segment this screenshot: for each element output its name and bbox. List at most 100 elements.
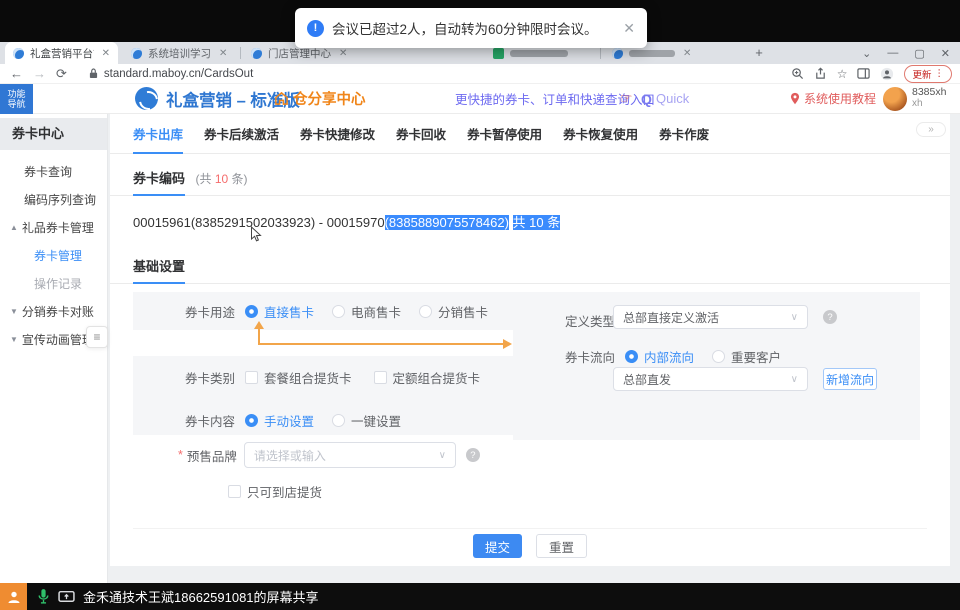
radio-direct-sale[interactable] bbox=[245, 305, 258, 318]
define-type-help-icon[interactable]: ? bbox=[823, 310, 837, 324]
mouse-cursor-icon bbox=[250, 226, 262, 244]
function-nav-button[interactable]: 功能 导航 bbox=[0, 84, 33, 114]
zoom-icon[interactable] bbox=[791, 67, 804, 80]
sharer-avatar bbox=[0, 583, 27, 610]
sidebar-item-operation-log[interactable]: 操作记录 bbox=[0, 270, 107, 298]
usage-label: 券卡用途 bbox=[185, 302, 235, 321]
tab-card-followup-activation[interactable]: 券卡后续激活 bbox=[204, 124, 279, 153]
tab-card-void[interactable]: 券卡作废 bbox=[659, 124, 709, 153]
triangle-down-icon: ▼ bbox=[10, 298, 18, 326]
sidebar-group-gift-card-management[interactable]: ▲ 礼品券卡管理 bbox=[0, 214, 107, 242]
tab-close-icon[interactable]: ✕ bbox=[339, 48, 347, 59]
tab-title-illegible bbox=[629, 50, 675, 57]
selected-count: 共 10 条 bbox=[513, 215, 561, 230]
warehouse-share-center-link[interactable]: 仓分享中心 bbox=[274, 88, 366, 109]
quick-q-icon[interactable]: Q bbox=[641, 91, 652, 107]
checkbox-combo-pickup-card[interactable] bbox=[245, 371, 258, 384]
required-asterisk: * bbox=[178, 448, 183, 462]
favicon-icon bbox=[251, 48, 262, 59]
define-type-label: 定义类型 bbox=[565, 311, 615, 330]
radio-internal-flow[interactable] bbox=[625, 350, 638, 363]
sidebar-item-code-sequence-query[interactable]: 编码序列查询 bbox=[0, 186, 107, 214]
meeting-limit-toast: ! 会议已超过2人，自动转为60分钟限时会议。 ✕ bbox=[295, 8, 647, 48]
section-title: 券卡编码 bbox=[133, 168, 185, 196]
sidebar-item-card-query[interactable]: 券卡查询 bbox=[0, 158, 107, 186]
share-icon[interactable] bbox=[814, 67, 827, 80]
new-tab-button[interactable]: + bbox=[750, 44, 768, 62]
address-bar[interactable]: standard.maboy.cn/CardsOut bbox=[104, 68, 253, 80]
annotation-arrow-icon bbox=[250, 320, 518, 350]
house-icon bbox=[274, 91, 289, 106]
tab-title: 系统培训学习 bbox=[148, 46, 211, 61]
toast-close-icon[interactable]: ✕ bbox=[623, 20, 635, 37]
microphone-icon[interactable] bbox=[37, 588, 50, 605]
radio-important-customer[interactable] bbox=[712, 350, 725, 363]
tab-card-resume[interactable]: 券卡恢复使用 bbox=[563, 124, 638, 153]
screen-share-icon[interactable] bbox=[58, 590, 75, 604]
profile-icon[interactable] bbox=[880, 67, 894, 81]
tab-title: 礼盒营销平台管理中心 bbox=[30, 46, 94, 61]
radio-one-click-setup[interactable] bbox=[332, 414, 345, 427]
screen-share-bar: 金禾通技术王斌18662591081的屏幕共享 bbox=[0, 583, 960, 610]
forward-icon[interactable]: → bbox=[33, 66, 46, 81]
presale-brand-select[interactable]: 请选择或输入 ∨ bbox=[244, 442, 456, 468]
reload-icon[interactable]: ⟳ bbox=[56, 66, 67, 82]
sidebar-collapse-toggle[interactable]: ≡ bbox=[86, 326, 108, 348]
flow-label: 券卡流向 bbox=[565, 347, 615, 366]
category-content-panel: 券卡类别 套餐组合提货卡 定额组合提货卡 券卡内容 手动设置 一键设置 bbox=[133, 356, 513, 435]
radio-distribution-sale[interactable] bbox=[419, 305, 432, 318]
content-label: 券卡内容 bbox=[185, 411, 235, 430]
card-code-range[interactable]: 00015961(8385291502033923) - 00015970(83… bbox=[133, 212, 560, 231]
chevron-down-icon: ∨ bbox=[791, 374, 798, 385]
presale-brand-help-icon[interactable]: ? bbox=[466, 448, 480, 462]
radio-ecommerce-sale[interactable] bbox=[332, 305, 345, 318]
system-tutorial-link[interactable]: 系统使用教程 bbox=[790, 90, 876, 107]
tab-close-icon[interactable]: ✕ bbox=[219, 48, 227, 59]
tab-card-quick-modify[interactable]: 券卡快捷修改 bbox=[300, 124, 375, 153]
presale-brand-label: 预售品牌 bbox=[187, 446, 237, 465]
app-logo-icon bbox=[135, 87, 158, 110]
location-pin-icon bbox=[790, 92, 800, 105]
checkbox-store-pickup-only[interactable] bbox=[228, 485, 241, 498]
tab-search-icon[interactable]: ⌄ bbox=[862, 47, 871, 60]
side-panel-icon[interactable] bbox=[857, 67, 870, 80]
browser-tab-2[interactable]: 系统培训学习 ✕ bbox=[123, 42, 237, 64]
lock-icon bbox=[89, 68, 98, 79]
presale-brand-row: * 预售品牌 请选择或输入 ∨ ? bbox=[178, 442, 480, 468]
add-flow-button[interactable]: 新增流向 bbox=[823, 368, 877, 390]
card-tabs: 券卡出库 券卡后续激活 券卡快捷修改 券卡回收 券卡暂停使用 券卡恢复使用 券卡… bbox=[110, 124, 950, 154]
favicon-icon bbox=[612, 48, 623, 59]
window-close-button[interactable]: ✕ bbox=[941, 47, 950, 60]
tab-card-suspend[interactable]: 券卡暂停使用 bbox=[467, 124, 542, 153]
menu-icon: ≡ bbox=[93, 330, 100, 344]
reset-button[interactable]: 重置 bbox=[536, 534, 587, 558]
tab-card-recycle[interactable]: 券卡回收 bbox=[396, 124, 446, 153]
page-content: 券卡中心 券卡查询 编码序列查询 ▲ 礼品券卡管理 券卡管理 操作记录 ▼ 分销… bbox=[0, 114, 960, 583]
window-minimize-button[interactable]: — bbox=[887, 47, 898, 59]
define-flow-panel: 定义类型 总部直接定义激活 ∨ ? 券卡流向 内部流向 重要客户 总部直发 bbox=[513, 292, 920, 440]
tab-card-outbound[interactable]: 券卡出库 bbox=[133, 124, 183, 154]
flow-select[interactable]: 总部直发 ∨ bbox=[613, 367, 808, 391]
sidebar-item-card-management[interactable]: 券卡管理 bbox=[0, 242, 107, 270]
tab-close-icon[interactable]: ✕ bbox=[102, 48, 110, 59]
window-maximize-button[interactable]: ▢ bbox=[914, 47, 924, 60]
favicon-icon bbox=[131, 48, 142, 59]
submit-button[interactable]: 提交 bbox=[473, 534, 522, 558]
browser-tab-1[interactable]: 礼盒营销平台管理中心 ✕ bbox=[5, 42, 118, 64]
triangle-up-icon: ▲ bbox=[10, 214, 18, 242]
radio-manual-setup[interactable] bbox=[245, 414, 258, 427]
back-icon[interactable]: ← bbox=[10, 66, 23, 81]
favicon-icon bbox=[13, 48, 24, 59]
sidebar-group-distribution-reconciliation[interactable]: ▼ 分销券卡对账 bbox=[0, 298, 107, 326]
bookmark-star-icon[interactable]: ☆ bbox=[837, 67, 848, 81]
basic-settings-section-header: 基础设置 bbox=[110, 256, 950, 284]
checkbox-fixed-combo-pickup-card[interactable] bbox=[374, 371, 387, 384]
triangle-down-icon: ▼ bbox=[10, 326, 18, 354]
define-type-select[interactable]: 总部直接定义激活 ∨ bbox=[613, 305, 808, 329]
user-avatar[interactable] bbox=[883, 87, 907, 111]
tab-close-icon[interactable]: ✕ bbox=[683, 48, 691, 59]
quick-link[interactable]: Quick bbox=[656, 91, 689, 106]
selected-code: (8385889075578462) bbox=[385, 215, 509, 230]
browser-update-button[interactable]: 更新 ⋮ bbox=[904, 65, 952, 83]
tab-title-illegible bbox=[510, 50, 568, 57]
